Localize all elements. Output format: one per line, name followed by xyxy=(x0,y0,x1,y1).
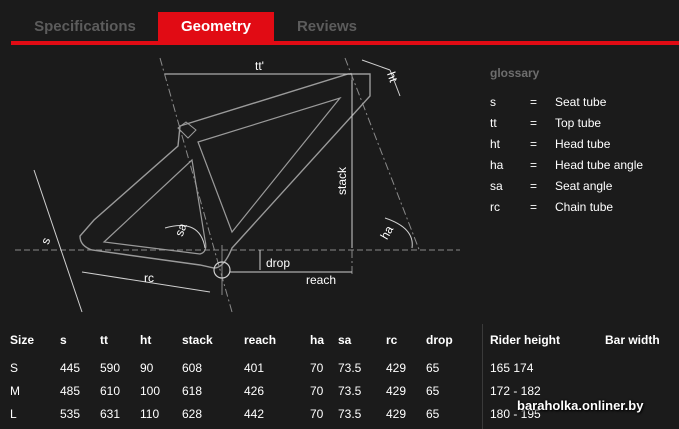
row-l-ha: 70 xyxy=(310,407,324,421)
row-s-rider-height: 165 174 xyxy=(490,361,534,375)
glossary-equals: = xyxy=(530,116,538,130)
glossary-equals: = xyxy=(530,137,538,151)
row-m-drop: 65 xyxy=(426,384,440,398)
label-ha: ha xyxy=(377,223,396,242)
glossary-symbol: rc xyxy=(490,200,500,214)
header-tt: tt xyxy=(100,333,108,347)
glossary-definition: Seat tube xyxy=(555,95,607,109)
glossary-definition: Chain tube xyxy=(555,200,614,214)
row-s-rc: 429 xyxy=(386,361,407,375)
row-l-tt: 631 xyxy=(100,407,121,421)
geometry-table: Size s tt ht stack reach ha sa rc drop R… xyxy=(0,324,679,429)
glossary-title: glossary xyxy=(490,66,540,80)
row-m-tt: 610 xyxy=(100,384,121,398)
glossary-item: sa = Seat angle xyxy=(490,179,670,200)
glossary-symbol: ht xyxy=(490,137,501,151)
glossary-item: ha = Head tube angle xyxy=(490,158,670,179)
row-s-sa: 73.5 xyxy=(338,361,362,375)
tab-reviews[interactable]: Reviews xyxy=(275,12,379,42)
row-s-ha: 70 xyxy=(310,361,324,375)
row-l-rc: 429 xyxy=(386,407,407,421)
label-ht: ht xyxy=(384,70,401,85)
glossary-equals: = xyxy=(530,95,538,109)
row-s-s: 445 xyxy=(60,361,81,375)
header-ht: ht xyxy=(140,333,152,347)
header-rider-height: Rider height xyxy=(490,333,561,347)
label-stack: stack xyxy=(335,166,349,195)
header-reach: reach xyxy=(244,333,277,347)
watermark: baraholka.onliner.by xyxy=(517,398,644,413)
label-drop: drop xyxy=(266,256,290,270)
row-s-stack: 608 xyxy=(182,361,203,375)
row-l-stack: 628 xyxy=(182,407,203,421)
glossary-symbol: s xyxy=(490,95,496,109)
row-m-rider-height: 172 - 182 xyxy=(490,384,541,398)
label-s: s xyxy=(38,236,53,246)
tab-geometry[interactable]: Geometry xyxy=(158,12,274,42)
geometry-diagram: tt' ht stack s sa ha rc drop reach xyxy=(15,57,460,313)
glossary-item: rc = Chain tube xyxy=(490,200,670,221)
row-l-reach: 442 xyxy=(244,407,265,421)
header-stack: stack xyxy=(182,333,213,347)
header-rc: rc xyxy=(386,333,398,347)
row-m-ha: 70 xyxy=(310,384,324,398)
header-sa: sa xyxy=(338,333,352,347)
glossary-item: s = Seat tube xyxy=(490,95,670,116)
glossary-panel: glossary s = Seat tube tt = Top tube ht … xyxy=(490,66,670,221)
tab-bar: Specifications Geometry Reviews xyxy=(0,0,679,46)
header-s: s xyxy=(60,333,67,347)
label-sa: sa xyxy=(172,221,190,238)
row-l-ht: 110 xyxy=(140,407,160,421)
header-ha: ha xyxy=(310,333,325,347)
label-rc: rc xyxy=(144,271,154,285)
glossary-symbol: tt xyxy=(490,116,497,130)
row-m-rc: 429 xyxy=(386,384,407,398)
glossary-equals: = xyxy=(530,158,538,172)
glossary-definition: Seat angle xyxy=(555,179,613,193)
tab-specifications[interactable]: Specifications xyxy=(13,12,157,42)
glossary-equals: = xyxy=(530,179,538,193)
row-s-tt: 590 xyxy=(100,361,121,375)
label-tt: tt' xyxy=(255,59,264,73)
label-reach: reach xyxy=(306,273,336,287)
column-divider xyxy=(482,324,483,429)
row-m-stack: 618 xyxy=(182,384,203,398)
glossary-definition: Head tube xyxy=(555,137,611,151)
row-l-size: L xyxy=(10,407,17,421)
row-l-drop: 65 xyxy=(426,407,440,421)
glossary-symbol: ha xyxy=(490,158,504,172)
header-bar-width: Bar width xyxy=(605,333,660,347)
glossary-item: tt = Top tube xyxy=(490,116,670,137)
row-m-size: M xyxy=(10,384,20,398)
glossary-equals: = xyxy=(530,200,538,214)
row-m-reach: 426 xyxy=(244,384,265,398)
row-l-s: 535 xyxy=(60,407,81,421)
glossary-item: ht = Head tube xyxy=(490,137,670,158)
row-s-ht: 90 xyxy=(140,361,154,375)
row-s-drop: 65 xyxy=(426,361,440,375)
glossary-definition: Top tube xyxy=(555,116,602,130)
row-l-sa: 73.5 xyxy=(338,407,362,421)
glossary-definition: Head tube angle xyxy=(555,158,644,172)
row-s-reach: 401 xyxy=(244,361,265,375)
row-s-size: S xyxy=(10,361,19,375)
glossary-symbol: sa xyxy=(490,179,503,193)
tab-underline xyxy=(11,41,679,45)
row-m-sa: 73.5 xyxy=(338,384,362,398)
row-m-ht: 100 xyxy=(140,384,161,398)
row-m-s: 485 xyxy=(60,384,81,398)
header-size: Size xyxy=(10,333,35,347)
header-drop: drop xyxy=(426,333,453,347)
